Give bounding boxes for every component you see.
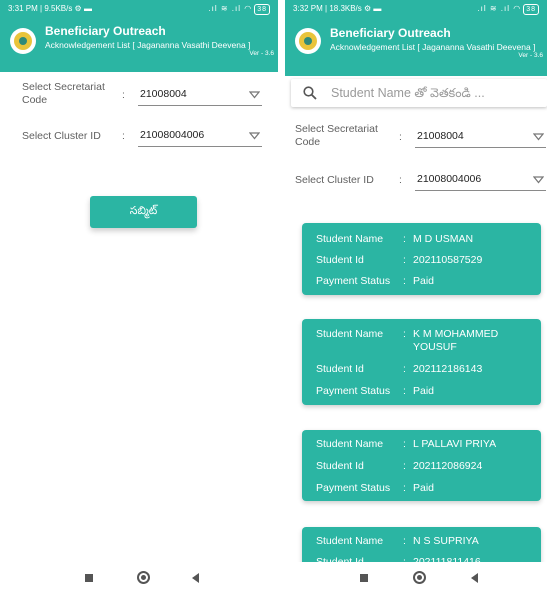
app-version: Ver - 3.6 [249,50,274,57]
student-name-value: L PALLAVI PRIYA [413,438,497,450]
colon: : [403,535,406,547]
payment-status-value: Paid [413,482,435,494]
colon: : [403,482,406,494]
screen-right: 3:32 PM | 18.3KB/s ⚙ ▬ .ıl ≋ .ıl ◠ 38 Ben… [285,0,547,596]
secretariat-value: 21008004 [417,130,464,142]
cluster-select[interactable]: 21008004006 [415,171,546,191]
status-bar: 3:31 PM | 9.5KB/s ⚙ ▬ .ıl ≋ .ıl ◠ 38 [0,0,278,18]
student-name-label: Student Name [316,233,384,245]
colon: : [403,363,406,375]
cluster-colon: : [122,130,125,142]
battery-icon: 38 [523,4,539,15]
student-name-label: Student Name [316,438,384,450]
secretariat-label: Select Secretariat Code [22,81,105,106]
status-bar: 3:32 PM | 18.3KB/s ⚙ ▬ .ıl ≋ .ıl ◠ 38 [285,0,547,18]
student-name-label: Student Name [316,328,384,340]
student-id-value: 202112186143 [413,363,483,375]
student-name-value: K M MOHAMMED YOUSUF [413,328,499,353]
signal-icons: .ıl ≋ .ıl ◠ [208,4,253,13]
submit-button[interactable]: సబ్మిట్ [90,196,197,228]
ap-emblem-logo [295,28,321,54]
search-bar[interactable] [291,79,547,107]
cluster-label: Select Cluster ID [295,174,374,186]
cluster-colon: : [399,174,402,186]
app-subtitle: Acknowledgement List [ Jagananna Vasathi… [330,42,536,52]
student-card[interactable]: Student Name : K M MOHAMMED YOUSUF Stude… [302,319,541,405]
chevron-down-icon [533,133,544,141]
chevron-down-icon [249,91,260,99]
payment-status-label: Payment Status [316,275,391,287]
colon: : [403,254,406,266]
payment-status-value: Paid [413,385,435,397]
battery-icon: 38 [254,4,270,15]
nav-bar [285,562,547,596]
app-bar: Beneficiary Outreach Acknowledgement Lis… [0,18,278,72]
home-button[interactable] [413,571,426,584]
app-subtitle: Acknowledgement List [ Jagananna Vasathi… [45,40,251,50]
screen-divider [278,0,285,596]
colon: : [403,275,406,287]
cluster-label: Select Cluster ID [22,130,101,142]
app-version: Ver - 3.6 [518,52,543,59]
cluster-value: 21008004006 [417,173,482,185]
back-button[interactable] [192,573,199,583]
status-icons: .ıl ≋ .ıl ◠ 38 [477,0,539,18]
recents-button[interactable] [360,574,368,582]
secretariat-colon: : [399,131,402,143]
nav-bar [0,562,278,596]
app-title: Beneficiary Outreach [45,24,166,38]
colon: : [403,328,406,340]
cluster-value: 21008004006 [140,129,205,141]
secretariat-colon: : [122,89,125,101]
student-id-value: 202110587529 [413,254,483,266]
cluster-select[interactable]: 21008004006 [138,127,262,147]
student-card[interactable]: Student Name : L PALLAVI PRIYA Student I… [302,430,541,501]
secretariat-label: Select Secretariat Code [295,123,378,148]
student-id-value: 202112086924 [413,460,483,472]
student-card[interactable]: Student Name : M D USMAN Student Id : 20… [302,223,541,295]
signal-icons: .ıl ≋ .ıl ◠ [477,4,522,13]
chevron-down-icon [249,132,260,140]
student-id-label: Student Id [316,254,364,266]
secretariat-value: 21008004 [140,88,187,100]
student-name-value: M D USMAN [413,233,474,245]
status-time: 3:31 PM | 9.5KB/s ⚙ ▬ [8,4,92,13]
status-time: 3:32 PM | 18.3KB/s ⚙ ▬ [293,4,382,13]
colon: : [403,460,406,472]
student-name-label: Student Name [316,535,384,547]
colon: : [403,233,406,245]
student-id-label: Student Id [316,363,364,375]
recents-button[interactable] [85,574,93,582]
secretariat-select[interactable]: 21008004 [138,86,262,106]
app-title: Beneficiary Outreach [330,26,451,40]
payment-status-label: Payment Status [316,385,391,397]
student-name-value: N S SUPRIYA [413,535,479,547]
home-button[interactable] [137,571,150,584]
colon: : [403,385,406,397]
app-bar: Beneficiary Outreach Acknowledgement Lis… [285,18,547,76]
back-button[interactable] [471,573,478,583]
colon: : [403,438,406,450]
payment-status-value: Paid [413,275,435,287]
secretariat-select[interactable]: 21008004 [415,128,546,148]
chevron-down-icon [533,176,544,184]
student-id-label: Student Id [316,460,364,472]
ap-emblem-logo [10,28,36,54]
search-input[interactable] [331,82,541,104]
screen-left: 3:31 PM | 9.5KB/s ⚙ ▬ .ıl ≋ .ıl ◠ 38 Bene… [0,0,278,596]
status-icons: .ıl ≋ .ıl ◠ 38 [208,0,270,18]
payment-status-label: Payment Status [316,482,391,494]
search-icon[interactable] [303,86,317,100]
